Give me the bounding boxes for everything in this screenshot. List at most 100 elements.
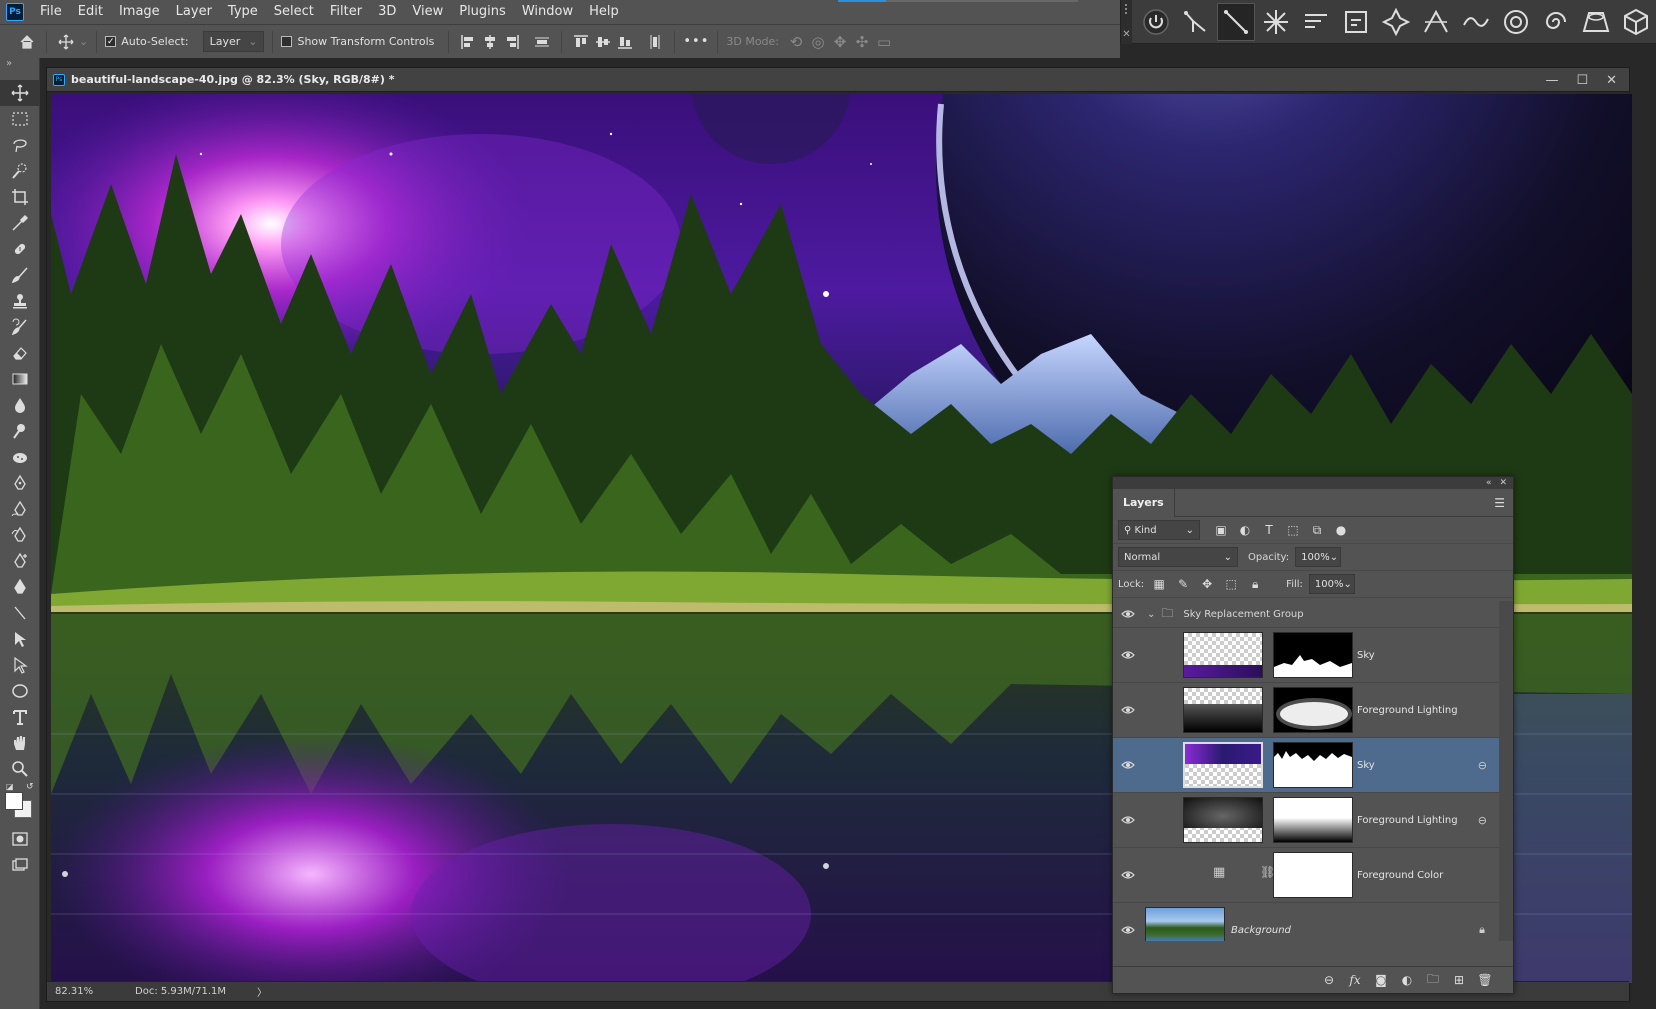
visibility-eye-icon[interactable] (1113, 705, 1143, 715)
add-anchor-point-tool-icon[interactable] (0, 548, 40, 574)
lines-icon[interactable] (1297, 3, 1335, 41)
direct-selection-tool-icon[interactable] (0, 652, 40, 678)
zoom-tool-icon[interactable] (0, 756, 40, 782)
panel-menu-icon[interactable]: ☰ (1494, 496, 1505, 510)
quick-mask-icon[interactable] (0, 826, 40, 852)
collapse-panel-icon[interactable]: « (1486, 478, 1492, 488)
move-tool-preset-icon[interactable] (55, 31, 77, 53)
curvature-pen-tool-icon[interactable] (0, 522, 40, 548)
layers-scrollbar[interactable] (1499, 601, 1513, 941)
close-icon[interactable]: ✕ (1606, 73, 1617, 88)
fx-icon[interactable]: fx (1347, 972, 1363, 988)
filter-smart-object-icon[interactable]: ⧉ (1308, 521, 1326, 539)
layer-row-selected[interactable]: Sky ⊖ (1113, 738, 1513, 793)
lock-image-icon[interactable]: ✎ (1174, 575, 1192, 593)
menu-layer[interactable]: Layer (168, 0, 220, 24)
star-path-icon[interactable] (1377, 3, 1415, 41)
filter-type-icon[interactable]: T (1260, 521, 1278, 539)
3d-orbit-icon[interactable]: ⟲ (785, 31, 807, 53)
new-layer-icon[interactable]: ⊞ (1451, 972, 1467, 988)
frame-icon[interactable] (1337, 3, 1375, 41)
lock-position-icon[interactable]: ✥ (1198, 575, 1216, 593)
pen-tool-icon[interactable] (0, 470, 40, 496)
menu-window[interactable]: Window (514, 0, 581, 24)
visibility-eye-icon[interactable] (1113, 760, 1143, 770)
starburst-icon[interactable] (1257, 3, 1295, 41)
align-top-icon[interactable] (570, 31, 592, 53)
layer-row[interactable]: Foreground Lighting (1113, 683, 1513, 738)
lock-artboard-icon[interactable]: ⬚ (1222, 575, 1240, 593)
diagonal-line-icon[interactable] (1217, 2, 1255, 41)
spiral-icon[interactable] (1497, 3, 1535, 41)
menu-help[interactable]: Help (581, 0, 627, 24)
crop-tool-icon[interactable] (0, 184, 40, 210)
layer-row[interactable]: Sky (1113, 628, 1513, 683)
opacity-input[interactable]: 100% ⌄ (1295, 547, 1342, 567)
distribute-vertical-icon[interactable] (531, 31, 553, 53)
visibility-eye-icon[interactable] (1113, 609, 1143, 619)
layer-row[interactable]: ▦ ⛓︎ Foreground Color (1113, 848, 1513, 903)
filter-kind-dropdown[interactable]: ⚲ Kind ⌄ (1118, 520, 1200, 540)
color-swatches[interactable]: ◪ ↺ (0, 782, 40, 826)
layer-row-background[interactable]: Background 🔒︎ (1113, 903, 1513, 941)
layer-row[interactable]: Foreground Lighting ⊖ (1113, 793, 1513, 848)
visibility-eye-icon[interactable] (1113, 650, 1143, 660)
zoom-level[interactable]: 82.31% (55, 986, 135, 997)
visibility-eye-icon[interactable] (1113, 925, 1143, 935)
fill-input[interactable]: 100% ⌄ (1308, 574, 1355, 594)
ellipse-tool-icon[interactable] (0, 678, 40, 704)
3d-roll-icon[interactable]: ◎ (807, 31, 829, 53)
gradient-tool-icon[interactable] (0, 366, 40, 392)
eraser-tool-icon[interactable] (0, 340, 40, 366)
move-tool-icon[interactable] (0, 80, 40, 106)
history-brush-tool-icon[interactable] (0, 314, 40, 340)
blur-tool-icon[interactable] (0, 392, 40, 418)
panel-grip[interactable]: ✕ (1121, 0, 1132, 44)
sponge-tool-icon[interactable] (0, 444, 40, 470)
foreground-color-swatch[interactable] (5, 792, 23, 810)
filter-adjustment-icon[interactable]: ◐ (1236, 521, 1254, 539)
eyedropper-tool-icon[interactable] (0, 210, 40, 236)
distribute-horizontal-icon[interactable] (644, 31, 666, 53)
menu-select[interactable]: Select (266, 0, 322, 24)
align-left-icon[interactable] (457, 31, 479, 53)
content-aware-pen-icon[interactable] (0, 574, 40, 600)
menu-type[interactable]: Type (220, 0, 266, 24)
link-layers-icon[interactable]: ⊖ (1321, 972, 1337, 988)
line-segment-tool-icon[interactable] (0, 600, 40, 626)
3d-slide-icon[interactable]: ✣ (851, 31, 873, 53)
menu-edit[interactable]: Edit (70, 0, 111, 24)
blend-mode-dropdown[interactable]: Normal ⌄ (1118, 547, 1238, 567)
brush-tool-icon[interactable] (0, 262, 40, 288)
visibility-eye-icon[interactable] (1113, 815, 1143, 825)
wave-icon[interactable] (1457, 3, 1495, 41)
menu-image[interactable]: Image (111, 0, 168, 24)
type-tool-icon[interactable] (0, 704, 40, 730)
menu-file[interactable]: File (32, 0, 70, 24)
maximize-icon[interactable]: ☐ (1576, 73, 1588, 88)
layer-group-row[interactable]: ⌄ 🗀︎ Sky Replacement Group (1113, 601, 1513, 628)
path-selection-tool-icon[interactable] (0, 626, 40, 652)
home-icon[interactable] (16, 31, 38, 53)
align-right-icon[interactable] (501, 31, 523, 53)
cube-icon[interactable] (1617, 3, 1655, 41)
document-tab[interactable]: Ps beautiful-landscape-40.jpg @ 82.3% (S… (47, 68, 1629, 92)
auto-select-target-dropdown[interactable]: Layer ⌄ (202, 31, 265, 52)
lasso-tool-icon[interactable] (0, 132, 40, 158)
filter-toggle-icon[interactable]: ● (1332, 521, 1350, 539)
more-options-button[interactable]: ••• (683, 34, 709, 49)
quick-selection-tool-icon[interactable] (0, 158, 40, 184)
visibility-eye-icon[interactable] (1113, 870, 1143, 880)
filter-pixel-icon[interactable]: ▣ (1212, 521, 1230, 539)
branch-path-icon[interactable] (1177, 3, 1215, 41)
hand-tool-icon[interactable] (0, 730, 40, 756)
tab-layers[interactable]: Layers (1113, 488, 1175, 517)
expand-toolbar-icon[interactable]: » (0, 58, 39, 70)
align-middle-v-icon[interactable] (592, 31, 614, 53)
3d-pan-icon[interactable]: ✥ (829, 31, 851, 53)
power-icon[interactable] (1137, 3, 1175, 41)
show-transform-controls-checkbox[interactable]: Show Transform Controls (281, 35, 434, 48)
dodge-tool-icon[interactable] (0, 418, 40, 444)
menu-view[interactable]: View (404, 0, 451, 24)
triangle-perspective-icon[interactable] (1417, 3, 1455, 41)
